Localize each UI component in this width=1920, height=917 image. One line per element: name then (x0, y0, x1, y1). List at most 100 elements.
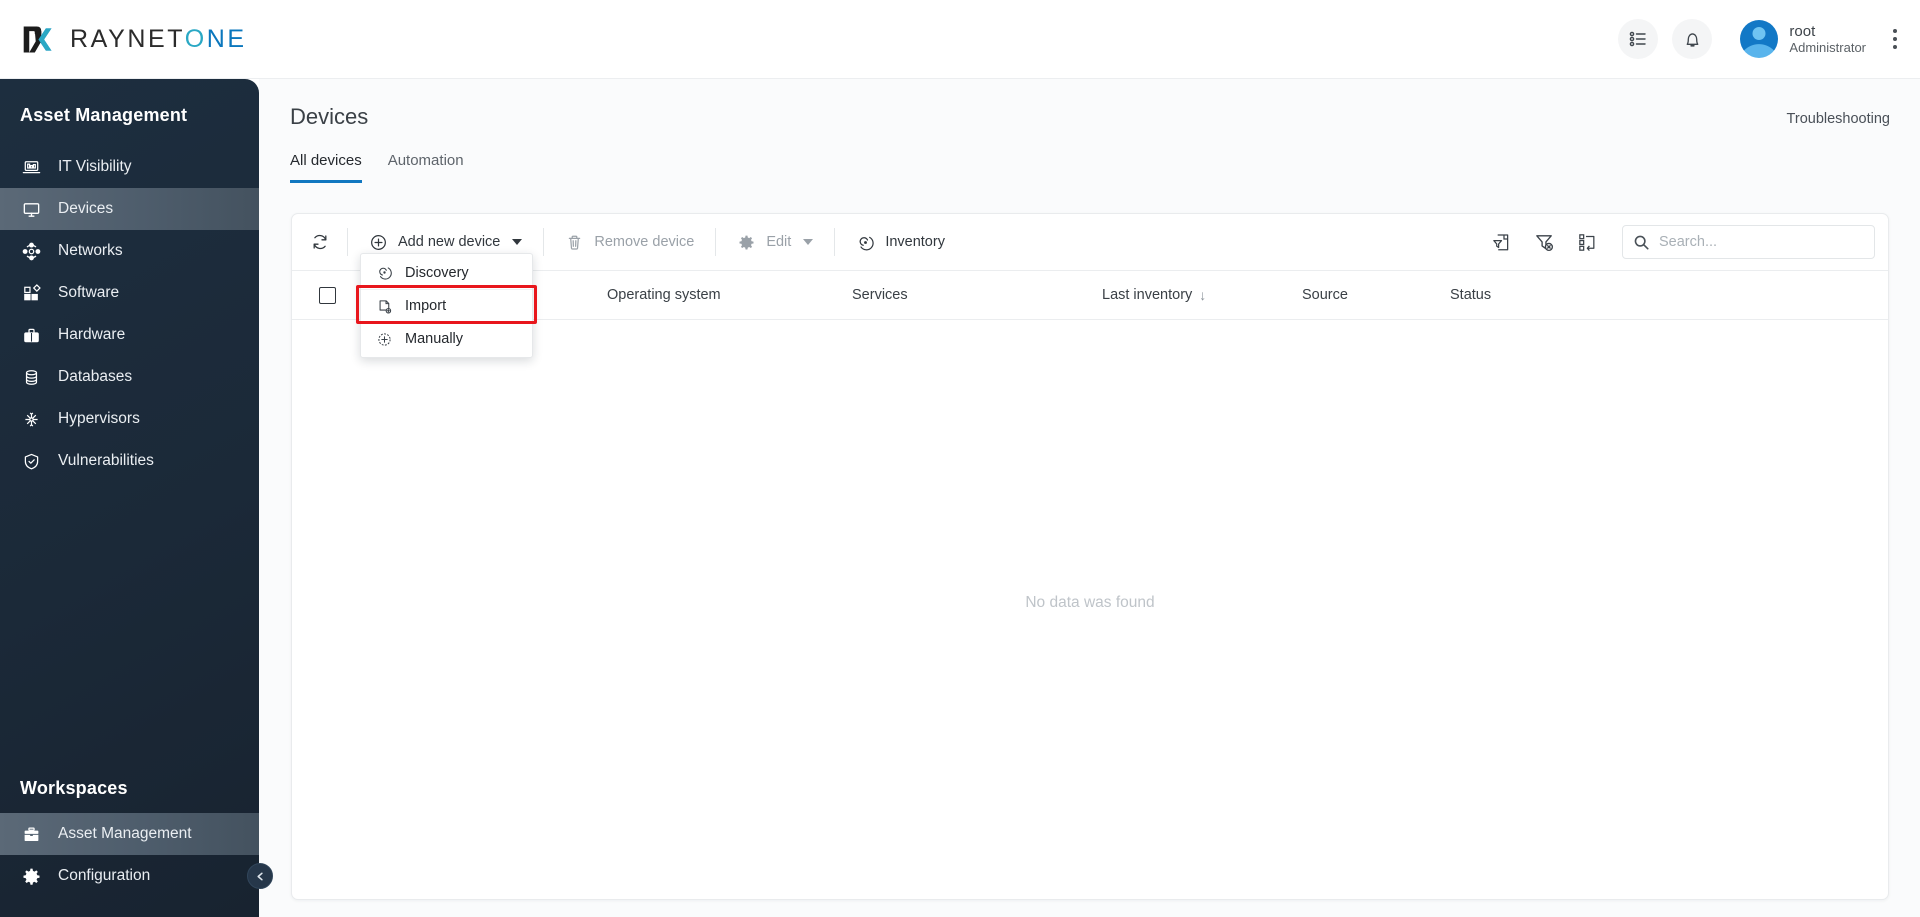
sidebar-item-label: Databases (58, 368, 133, 385)
vertical-dots-icon (1893, 29, 1897, 33)
sidebar-item-label: Networks (58, 242, 123, 259)
plus-circle-icon (369, 233, 388, 252)
sidebar-item-label: Vulnerabilities (58, 452, 154, 469)
column-header-operating-system[interactable]: Operating system (607, 287, 852, 303)
sidebar-item-label: Software (58, 284, 120, 301)
bell-icon (1682, 29, 1703, 50)
squares-diamond-icon (20, 282, 42, 304)
troubleshooting-link[interactable]: Troubleshooting (1787, 104, 1890, 127)
header-actions: root Administrator (1618, 19, 1906, 59)
column-header-last-inventory[interactable]: Last inventory ↓ (1102, 287, 1302, 303)
clear-filter-icon (1533, 231, 1556, 254)
chevron-left-icon (255, 871, 266, 882)
column-settings-icon (1576, 231, 1599, 254)
dropdown-item-label: Manually (405, 331, 464, 347)
table-empty-state: No data was found (292, 320, 1888, 886)
sidebar-item-software[interactable]: Software (0, 272, 259, 314)
gear-icon (737, 233, 756, 252)
page-header: Devices Troubleshooting (259, 79, 1920, 130)
workspaces-title: Workspaces (20, 778, 128, 798)
sidebar-item-it-visibility[interactable]: IT Visibility (0, 146, 259, 188)
sidebar-section-title: Asset Management (20, 105, 188, 125)
header-overflow-button[interactable] (1884, 29, 1906, 49)
sidebar-item-configuration[interactable]: Configuration (0, 855, 259, 897)
toolbar-divider (715, 228, 717, 256)
sidebar-item-label: Hypervisors (58, 410, 140, 427)
refresh-button[interactable] (302, 224, 338, 260)
dropdown-item-import[interactable]: Import (361, 289, 532, 322)
app-header: RAYNETONE root Administrator (0, 0, 1920, 79)
search-icon (1633, 234, 1650, 251)
sidebar-item-hypervisors[interactable]: Hypervisors (0, 398, 259, 440)
brand-logo[interactable]: RAYNETONE (20, 21, 247, 58)
column-settings-button[interactable] (1574, 229, 1600, 255)
clear-filter-button[interactable] (1531, 229, 1557, 255)
column-header-label: Last inventory (1102, 287, 1193, 303)
sidebar-item-asset-management[interactable]: Asset Management (0, 813, 259, 855)
dropdown-item-discovery[interactable]: Discovery (361, 256, 532, 289)
toolbox-icon (20, 324, 42, 346)
inventory-label: Inventory (885, 234, 945, 250)
brand-accent-ne: NE (206, 24, 247, 53)
brand-name-dark: RAYNET (70, 24, 185, 53)
scan-inventory-icon (856, 233, 875, 252)
inventory-button[interactable]: Inventory (844, 224, 957, 260)
search-field[interactable] (1622, 225, 1875, 259)
snowflake-nodes-icon (20, 408, 42, 430)
add-new-device-label: Add new device (398, 234, 501, 250)
user-avatar-icon (1740, 20, 1779, 58)
search-input[interactable] (1659, 234, 1864, 250)
toolbar-divider (543, 228, 545, 256)
tab-bar: All devices Automation (259, 130, 1920, 183)
file-import-icon (375, 297, 393, 315)
sidebar-item-hardware[interactable]: Hardware (0, 314, 259, 356)
tab-automation[interactable]: Automation (388, 152, 464, 183)
brand-wordmark: RAYNETONE (70, 25, 247, 54)
select-all-checkbox[interactable] (318, 286, 336, 304)
column-header-services[interactable]: Services (852, 287, 1102, 303)
add-new-device-dropdown: Discovery Import Manually (360, 253, 533, 358)
dropdown-item-label: Import (405, 298, 447, 314)
notifications-button[interactable] (1672, 19, 1713, 59)
sidebar-item-label: Configuration (58, 867, 151, 884)
brand-accent-o: O (184, 24, 207, 53)
sidebar-item-label: Asset Management (58, 825, 192, 842)
toolbar-divider (834, 228, 836, 256)
sidebar-item-devices[interactable]: Devices (0, 188, 259, 230)
toolbar-right-actions (1488, 225, 1875, 259)
sidebar-item-label: IT Visibility (58, 158, 132, 175)
column-header-status[interactable]: Status (1450, 287, 1600, 303)
column-header-source[interactable]: Source (1302, 287, 1450, 303)
dropdown-item-manually[interactable]: Manually (361, 322, 532, 355)
raynet-logo-icon (20, 21, 57, 58)
export-filter-button[interactable] (1488, 229, 1514, 255)
laptop-chart-icon (20, 156, 42, 178)
tab-all-devices[interactable]: All devices (290, 152, 362, 183)
user-menu[interactable]: root Administrator (1740, 20, 1866, 58)
page-title: Devices (290, 104, 369, 129)
sidebar-item-label: Devices (58, 200, 114, 217)
trash-icon (565, 233, 584, 252)
sidebar-collapse-button[interactable] (247, 863, 273, 889)
sidebar-workspaces: Workspaces Asset Management Configuratio… (0, 764, 259, 917)
refresh-icon (310, 232, 330, 252)
export-filter-icon (1490, 231, 1513, 254)
database-cylinder-icon (20, 366, 42, 388)
task-list-icon (1628, 29, 1648, 49)
remove-device-button: Remove device (553, 224, 706, 260)
task-list-button[interactable] (1618, 19, 1659, 59)
dropdown-item-label: Discovery (405, 264, 469, 281)
shield-check-icon (20, 450, 42, 472)
briefcase-icon (20, 823, 42, 845)
remove-device-label: Remove device (594, 234, 695, 250)
network-nodes-icon (20, 240, 42, 262)
edit-label: Edit (766, 234, 792, 250)
caret-down-icon (803, 239, 814, 245)
sidebar-item-databases[interactable]: Databases (0, 356, 259, 398)
select-all-cell (292, 286, 362, 304)
sidebar-item-vulnerabilities[interactable]: Vulnerabilities (0, 440, 259, 482)
sidebar-item-networks[interactable]: Networks (0, 230, 259, 272)
toolbar-divider (347, 228, 348, 256)
sidebar-item-label: Hardware (58, 326, 126, 343)
user-info: root Administrator (1789, 23, 1866, 56)
